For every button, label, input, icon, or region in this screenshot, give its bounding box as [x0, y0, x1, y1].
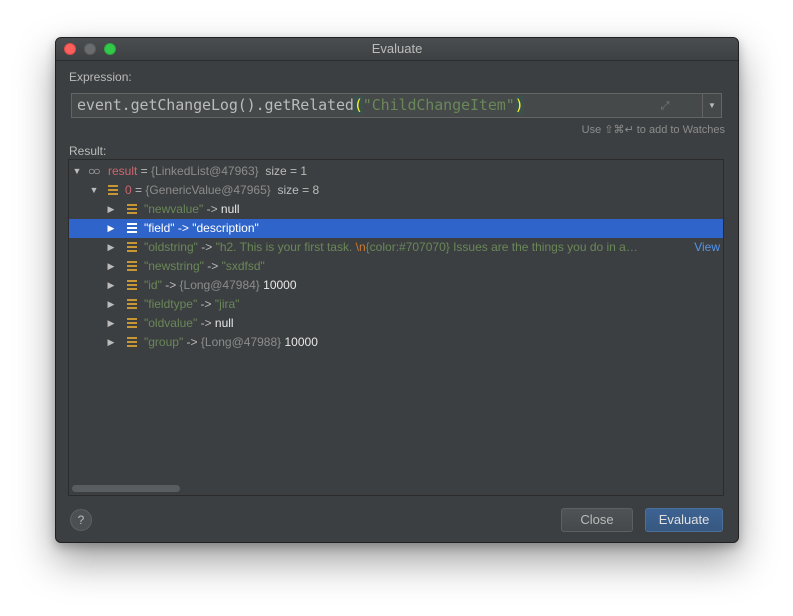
field-icon	[127, 242, 137, 253]
watch-glasses-icon: ○○	[88, 164, 100, 178]
result-tree[interactable]: ▼ ○○ result = {LinkedList@47963} size = …	[68, 159, 724, 496]
result-type: {LinkedList@47963}	[151, 164, 259, 178]
expand-arrow-icon[interactable]: ▶	[106, 238, 116, 257]
tree-row-entry[interactable]: ▶ "group" -> {Long@47988} 10000	[69, 333, 723, 352]
entry-text: "id" -> {Long@47984} 10000	[144, 276, 297, 295]
entry-value-prefix: "h2. This is your first task.	[215, 240, 356, 254]
entry-value-rest: {color:#707070} Issues are the things yo…	[365, 240, 638, 254]
field-icon	[127, 204, 137, 215]
entry-arrow: ->	[161, 278, 180, 292]
entry-value: null	[214, 316, 234, 330]
expand-arrow-icon[interactable]: ▶	[106, 314, 116, 333]
item-0-name: 0	[125, 183, 132, 197]
collapse-arrow-icon[interactable]: ▼	[89, 181, 99, 200]
help-button[interactable]: ?	[70, 509, 92, 531]
expand-arrow-icon[interactable]: ▶	[106, 257, 116, 276]
field-icon	[127, 337, 137, 348]
tree-row-item-0[interactable]: ▼ 0 = {GenericValue@47965} size = 8	[69, 181, 723, 200]
entry-value: 10000	[284, 335, 318, 349]
entry-arrow: ->	[197, 316, 215, 330]
entry-text: "oldstring" -> "h2. This is your first t…	[144, 238, 638, 257]
entry-text: "newvalue" -> null	[144, 200, 240, 219]
expand-editor-icon[interactable]: ⤢	[658, 99, 672, 113]
entry-arrow: ->	[203, 259, 222, 273]
tree-row-entry[interactable]: ▶ "fieldtype" -> "jira"	[69, 295, 723, 314]
field-icon	[127, 223, 137, 234]
expression-text[interactable]: event.getChangeLog().getRelated("ChildCh…	[77, 96, 524, 114]
close-window-button[interactable]	[64, 43, 76, 55]
expression-string-arg: "ChildChangeItem"	[362, 96, 515, 114]
expression-close-paren: )	[514, 96, 524, 114]
tree-row-entry[interactable]: ▶ "oldstring" -> "h2. This is your first…	[69, 238, 723, 257]
expression-label: Expression:	[69, 70, 132, 84]
entry-type: {Long@47984}	[179, 278, 260, 292]
entry-arrow: ->	[174, 221, 193, 235]
add-to-watches-hint: Use ⇧⌘↵ to add to Watches	[581, 124, 725, 136]
window-title: Evaluate	[371, 41, 423, 56]
entry-value: null	[220, 202, 240, 216]
item-0-eq: =	[131, 183, 146, 197]
entry-arrow: ->	[197, 240, 216, 254]
field-icon	[108, 185, 118, 196]
close-button[interactable]: Close	[561, 508, 633, 532]
item-0-text: 0 = {GenericValue@47965} size = 8	[125, 181, 319, 200]
expression-call: event.getChangeLog().getRelated	[77, 96, 354, 114]
expand-arrow-icon[interactable]: ▶	[106, 200, 116, 219]
entry-text: "fieldtype" -> "jira"	[144, 295, 239, 314]
tree-row-result[interactable]: ▼ ○○ result = {LinkedList@47963} size = …	[69, 162, 723, 181]
evaluate-dialog: Evaluate Expression: event.getChangeLog(…	[55, 37, 739, 543]
tree-row-entry[interactable]: ▶ "newstring" -> "sxdfsd"	[69, 257, 723, 276]
history-dropdown-button[interactable]: ▼	[702, 93, 722, 118]
horizontal-scrollbar[interactable]	[72, 485, 180, 492]
entry-value: "jira"	[214, 297, 240, 311]
field-icon	[127, 261, 137, 272]
expand-arrow-icon[interactable]: ▶	[106, 276, 116, 295]
entry-key: "oldstring"	[144, 240, 198, 254]
expand-arrow-icon[interactable]: ▶	[106, 333, 116, 352]
item-0-type: {GenericValue@47965}	[145, 183, 271, 197]
entry-key: "oldvalue"	[144, 316, 198, 330]
item-0-size: size = 8	[277, 183, 320, 197]
entry-value: 10000	[263, 278, 297, 292]
tree-row-entry-selected[interactable]: ▶ "field" -> "description"	[69, 219, 723, 238]
entry-key: "group"	[144, 335, 184, 349]
result-eq: =	[137, 164, 152, 178]
entry-value: "sxdfsd"	[221, 259, 265, 273]
minimize-window-button[interactable]	[84, 43, 96, 55]
entry-value: "description"	[192, 221, 259, 235]
result-label: Result:	[69, 144, 107, 158]
entry-value-escape: \n	[355, 240, 366, 254]
entry-text: "oldvalue" -> null	[144, 314, 234, 333]
entry-key: "id"	[144, 278, 162, 292]
result-node-text: result = {LinkedList@47963} size = 1	[108, 162, 307, 181]
entry-key: "newvalue"	[144, 202, 204, 216]
result-name: result	[108, 164, 138, 178]
entry-key: "fieldtype"	[144, 297, 198, 311]
entry-arrow: ->	[197, 297, 215, 311]
entry-key: "newstring"	[144, 259, 204, 273]
expression-open-paren: (	[353, 96, 363, 114]
entry-text: "group" -> {Long@47988} 10000	[144, 333, 318, 352]
tree-row-entry[interactable]: ▶ "oldvalue" -> null	[69, 314, 723, 333]
entry-type: {Long@47988}	[200, 335, 282, 349]
collapse-arrow-icon[interactable]: ▼	[72, 162, 82, 181]
field-icon	[127, 280, 137, 291]
entry-arrow: ->	[203, 202, 221, 216]
result-size: size = 1	[265, 164, 308, 178]
entry-text: "field" -> "description"	[144, 219, 259, 238]
title-bar[interactable]: Evaluate	[56, 38, 738, 61]
entry-arrow: ->	[183, 335, 201, 349]
evaluate-button[interactable]: Evaluate	[645, 508, 723, 532]
field-icon	[127, 299, 137, 310]
entry-text: "newstring" -> "sxdfsd"	[144, 257, 265, 276]
expand-arrow-icon[interactable]: ▶	[106, 219, 116, 238]
zoom-window-button[interactable]	[104, 43, 116, 55]
expression-input[interactable]: event.getChangeLog().getRelated("ChildCh…	[71, 93, 703, 118]
entry-key: "field"	[144, 221, 175, 235]
tree-row-entry[interactable]: ▶ "id" -> {Long@47984} 10000	[69, 276, 723, 295]
field-icon	[127, 318, 137, 329]
expand-arrow-icon[interactable]: ▶	[106, 295, 116, 314]
view-value-link[interactable]: View	[694, 238, 720, 257]
tree-row-entry[interactable]: ▶ "newvalue" -> null	[69, 200, 723, 219]
